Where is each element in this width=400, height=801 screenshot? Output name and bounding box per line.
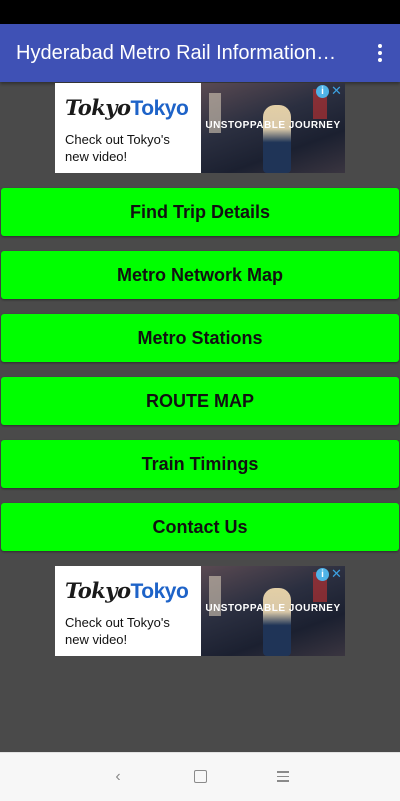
- ad-brand-logo: TokyoTokyo: [65, 578, 189, 603]
- metro-network-map-button[interactable]: Metro Network Map: [1, 251, 399, 299]
- app-bar: Hyderabad Metro Rail Information…: [0, 24, 400, 82]
- overflow-menu-icon[interactable]: [370, 39, 390, 67]
- status-bar: [0, 0, 400, 24]
- ad-subtitle: Check out Tokyo's new video!: [65, 132, 170, 164]
- home-icon[interactable]: [188, 767, 212, 787]
- ad-info-icon[interactable]: i: [316, 85, 329, 98]
- ad-brand-logo: TokyoTokyo: [65, 95, 189, 120]
- ad-tagline: UNSTOPPABLE JOURNEY: [205, 120, 341, 131]
- ad-close-icon[interactable]: ✕: [330, 84, 343, 98]
- contact-us-button[interactable]: Contact Us: [1, 503, 399, 551]
- ad-text-panel: TokyoTokyo Check out Tokyo's new video!: [55, 83, 201, 173]
- ad-banner-top[interactable]: TokyoTokyo Check out Tokyo's new video! …: [55, 83, 345, 173]
- ad-tagline: UNSTOPPABLE JOURNEY: [205, 603, 341, 614]
- ad-info-icon[interactable]: i: [316, 568, 329, 581]
- ad-text-panel: TokyoTokyo Check out Tokyo's new video!: [55, 566, 201, 656]
- system-navigation-bar: ‹: [0, 752, 400, 801]
- app-title: Hyderabad Metro Rail Information…: [16, 42, 337, 64]
- recents-icon[interactable]: [271, 767, 295, 787]
- ad-close-icon[interactable]: ✕: [330, 567, 343, 581]
- train-timings-button[interactable]: Train Timings: [1, 440, 399, 488]
- find-trip-details-button[interactable]: Find Trip Details: [1, 188, 399, 236]
- route-map-button[interactable]: ROUTE MAP: [1, 377, 399, 425]
- back-icon[interactable]: ‹: [106, 767, 130, 787]
- ad-banner-bottom[interactable]: TokyoTokyo Check out Tokyo's new video! …: [55, 566, 345, 656]
- metro-stations-button[interactable]: Metro Stations: [1, 314, 399, 362]
- ad-subtitle: Check out Tokyo's new video!: [65, 615, 170, 647]
